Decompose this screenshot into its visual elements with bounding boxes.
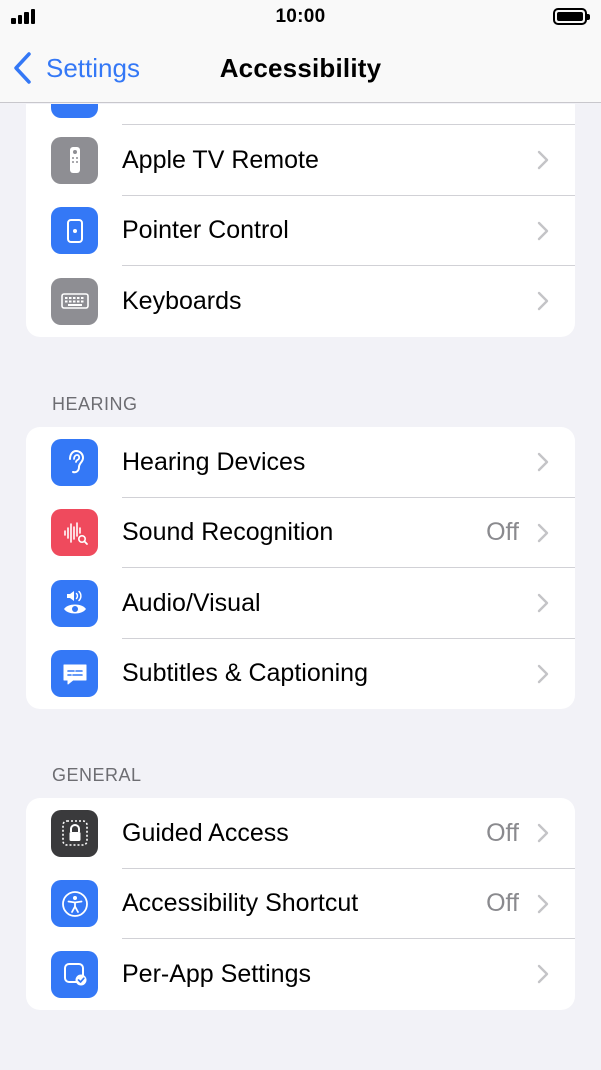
status-bar: 10:00 (0, 0, 601, 34)
navigation-bar: Settings Accessibility (0, 34, 601, 103)
chevron-right-icon (537, 664, 549, 683)
battery-icon (553, 8, 590, 25)
list-item-value: Off (486, 818, 519, 847)
list-item-label: Pointer Control (122, 216, 289, 245)
list-item-label: Sound Recognition (122, 518, 334, 547)
switch-control-icon (51, 104, 98, 118)
chevron-right-icon (537, 292, 549, 311)
accessibility-shortcut-icon (51, 880, 98, 928)
list-item-label: Subtitles & Captioning (122, 659, 368, 688)
chevron-right-icon (537, 965, 549, 984)
settings-list[interactable]: Apple TV Remote Pointer Control Keyboard… (0, 104, 601, 1070)
pointer-control-icon (51, 207, 98, 255)
list-item-label: Per-App Settings (122, 959, 311, 988)
chevron-right-icon (537, 151, 549, 170)
list-item-hearing-devices[interactable]: Hearing Devices (26, 427, 575, 498)
chevron-right-icon (537, 221, 549, 240)
list-item-guided-access[interactable]: Guided Access Off (26, 798, 575, 869)
interaction-group: Apple TV Remote Pointer Control Keyboard… (26, 104, 575, 337)
subtitles-icon (51, 650, 98, 698)
guided-access-lock-icon (51, 809, 98, 857)
list-item-apple-tv-remote[interactable]: Apple TV Remote (26, 125, 575, 196)
list-item-subtitles-captioning[interactable]: Subtitles & Captioning (26, 639, 575, 710)
list-item-pointer-control[interactable]: Pointer Control (26, 196, 575, 266)
list-item-label: Keyboards (122, 286, 242, 315)
page-title: Accessibility (219, 53, 382, 83)
list-item-label: Hearing Devices (122, 447, 306, 476)
chevron-right-icon (537, 894, 549, 913)
keyboard-icon (51, 277, 98, 325)
general-group: Guided Access Off Accessibility Shortcut… (26, 798, 575, 1010)
apple-tv-remote-icon (51, 136, 98, 184)
chevron-right-icon (537, 523, 549, 542)
list-item-label: Apple TV Remote (122, 145, 319, 174)
list-item-keyboards[interactable]: Keyboards (26, 266, 575, 337)
list-item-value: Off (486, 889, 519, 918)
chevron-right-icon (537, 453, 549, 472)
list-item-audio-visual[interactable]: Audio/Visual (26, 568, 575, 639)
list-item-label: Accessibility Shortcut (122, 889, 359, 918)
list-item-per-app-settings[interactable]: Per-App Settings (26, 939, 575, 1010)
list-item-partial[interactable] (26, 104, 575, 125)
status-time: 10:00 (275, 6, 326, 27)
section-header-general: GENERAL (52, 765, 142, 785)
audio-visual-icon (51, 579, 98, 627)
section-header-hearing: HEARING (52, 394, 138, 414)
per-app-settings-icon (51, 950, 98, 998)
chevron-right-icon (537, 594, 549, 613)
hearing-group: Hearing Devices Sound Recognition Off Au… (26, 427, 575, 709)
list-item-label: Audio/Visual (122, 588, 261, 617)
ear-icon (51, 438, 98, 486)
list-item-sound-recognition[interactable]: Sound Recognition Off (26, 498, 575, 568)
chevron-right-icon (537, 824, 549, 843)
list-item-label: Guided Access (122, 818, 289, 847)
list-item-value: Off (486, 518, 519, 547)
list-item-accessibility-shortcut[interactable]: Accessibility Shortcut Off (26, 869, 575, 939)
sound-recognition-icon (51, 509, 98, 557)
